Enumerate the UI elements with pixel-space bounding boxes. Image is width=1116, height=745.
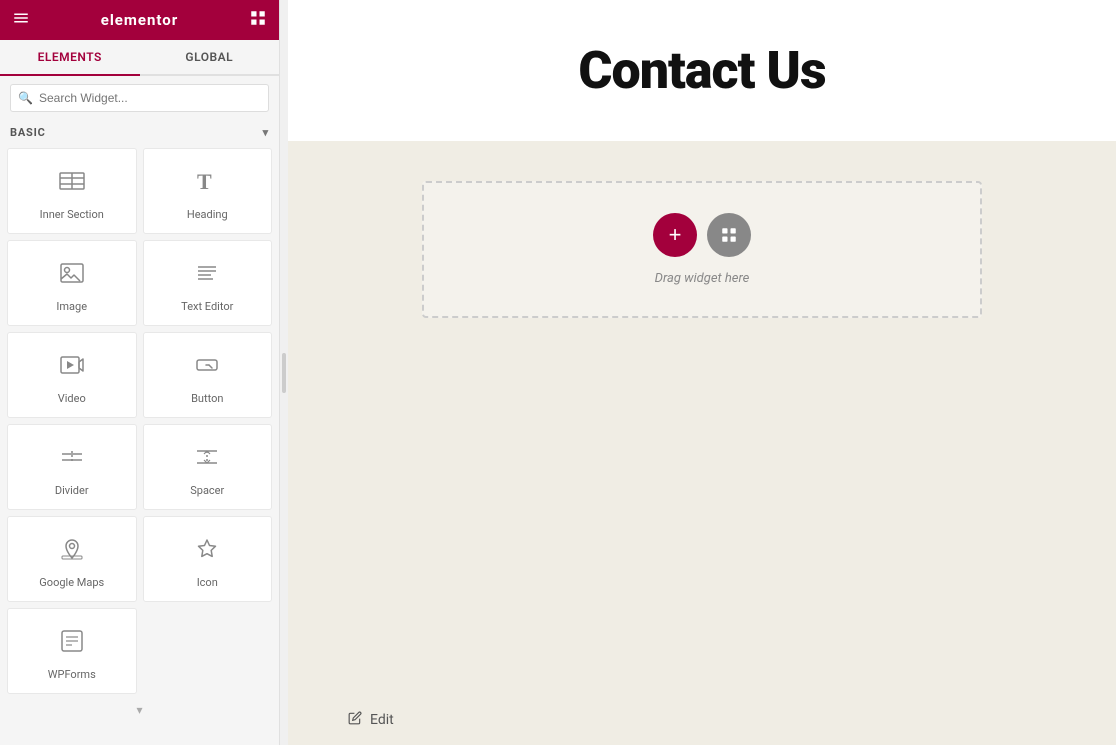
chevron-down-icon: ▾ — [263, 126, 269, 139]
widget-inner-section[interactable]: Inner Section — [7, 148, 137, 234]
elementor-logo: elementor — [101, 11, 179, 29]
widget-heading[interactable]: T Heading — [143, 148, 273, 234]
top-bar: elementor — [0, 0, 279, 40]
google-maps-icon — [58, 535, 86, 568]
widgets-scroll-area: BASIC ▾ Inner Section — [0, 120, 279, 745]
button-icon — [193, 351, 221, 384]
widget-video[interactable]: Video — [7, 332, 137, 418]
widget-button[interactable]: Button — [143, 332, 273, 418]
drop-zone[interactable]: + Drag widget here — [422, 181, 982, 318]
widget-button-label: Button — [191, 392, 223, 405]
edit-bar: Edit — [288, 695, 1116, 745]
widget-icon[interactable]: Icon — [143, 516, 273, 602]
widget-spacer[interactable]: Spacer — [143, 424, 273, 510]
widget-text-editor[interactable]: Text Editor — [143, 240, 273, 326]
divider-icon — [58, 443, 86, 476]
page-title: Contact Us — [348, 40, 1056, 101]
panel-tabs: ELEMENTS GLOBAL — [0, 40, 279, 76]
widget-image-label: Image — [56, 300, 87, 313]
edit-icon — [348, 711, 362, 729]
image-icon — [58, 259, 86, 292]
widget-image[interactable]: Image — [7, 240, 137, 326]
widget-wpforms[interactable]: WPForms — [7, 608, 137, 694]
widget-heading-label: Heading — [187, 208, 228, 221]
wpforms-icon — [58, 627, 86, 660]
heading-icon: T — [193, 167, 221, 200]
search-icon: 🔍 — [18, 91, 33, 105]
left-panel: elementor ELEMENTS GLOBAL 🔍 BASIC ▾ — [0, 0, 280, 745]
widget-google-maps[interactable]: Google Maps — [7, 516, 137, 602]
widget-google-maps-label: Google Maps — [39, 576, 104, 589]
widget-picker-button[interactable] — [707, 213, 751, 257]
tab-elements[interactable]: ELEMENTS — [0, 40, 140, 76]
add-widget-button[interactable]: + — [653, 213, 697, 257]
basic-section-label: BASIC — [10, 126, 46, 139]
svg-text:T: T — [197, 169, 212, 194]
video-icon — [58, 351, 86, 384]
widget-icon-label: Icon — [197, 576, 218, 589]
edit-label[interactable]: Edit — [370, 712, 394, 728]
widget-divider-label: Divider — [55, 484, 89, 497]
grid-icon[interactable] — [249, 9, 267, 31]
drag-hint: Drag widget here — [655, 271, 750, 286]
inner-section-icon — [58, 167, 86, 200]
icon-icon — [193, 535, 221, 568]
drop-zone-container: + Drag widget here — [288, 141, 1116, 695]
basic-section-header[interactable]: BASIC ▾ — [0, 120, 279, 145]
widget-video-label: Video — [58, 392, 86, 405]
widget-divider[interactable]: Divider — [7, 424, 137, 510]
drop-zone-buttons: + — [653, 213, 751, 257]
main-canvas: Contact Us + Drag widget here — [288, 0, 1116, 745]
menu-icon[interactable] — [12, 9, 30, 31]
search-input[interactable] — [10, 84, 269, 112]
spacer-icon — [193, 443, 221, 476]
resize-handle[interactable] — [280, 0, 288, 745]
widget-inner-section-label: Inner Section — [40, 208, 104, 221]
widget-text-editor-label: Text Editor — [181, 300, 233, 313]
search-bar: 🔍 — [0, 76, 279, 120]
widget-grid: Inner Section T Heading — [0, 145, 279, 697]
widget-wpforms-label: WPForms — [48, 668, 96, 681]
widget-spacer-label: Spacer — [190, 484, 224, 497]
page-heading-area: Contact Us — [288, 0, 1116, 141]
scroll-down-indicator: ▾ — [0, 697, 279, 723]
text-editor-icon — [193, 259, 221, 292]
tab-global[interactable]: GLOBAL — [140, 40, 280, 74]
